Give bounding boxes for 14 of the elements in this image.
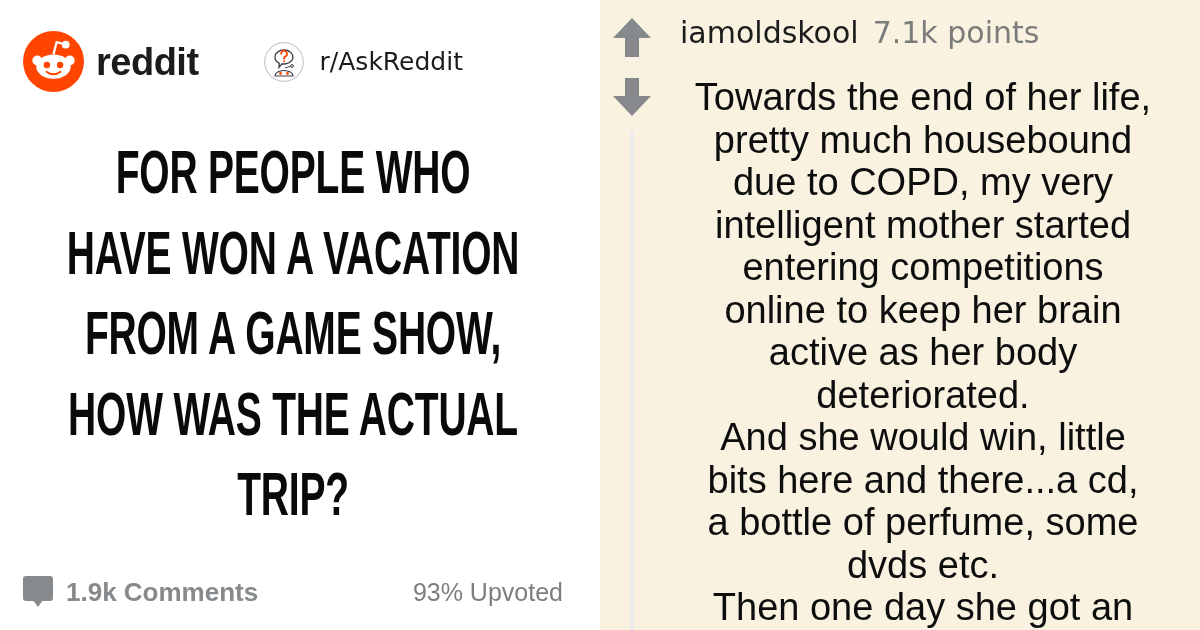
comment-paragraph: Then one day she got an <box>711 586 1135 629</box>
upvote-ratio: 93% Upvoted <box>412 577 563 608</box>
comment-author[interactable]: iamoldskool <box>680 18 859 48</box>
comment-score: 7.1k points <box>872 18 1040 48</box>
up-arrow-icon[interactable] <box>613 18 651 57</box>
speech-bubble-icon <box>23 576 53 608</box>
comment-paragraph: And she would win, little bits here and there...a cd, a bottle of perfume, some dvds etc. <box>706 416 1140 586</box>
post-title: FOR PEOPLE WHO HAVE WON A VACATION FROM A GAME SHOW, HOW WAS THE ACTUAL TRIP? <box>66 137 520 530</box>
site-wordmark: reddit <box>96 39 199 84</box>
mascot-logo-icon <box>23 31 84 92</box>
community-avatar-icon <box>263 41 304 82</box>
down-arrow-icon[interactable] <box>613 78 651 116</box>
comment-paragraph: Towards the end of her life, pretty much housebound due to COPD, my very intelligent mother started entering competitions online to keep her brain active as her body deteriorated. <box>693 76 1153 416</box>
community-name[interactable]: r/AskReddit <box>319 46 463 77</box>
